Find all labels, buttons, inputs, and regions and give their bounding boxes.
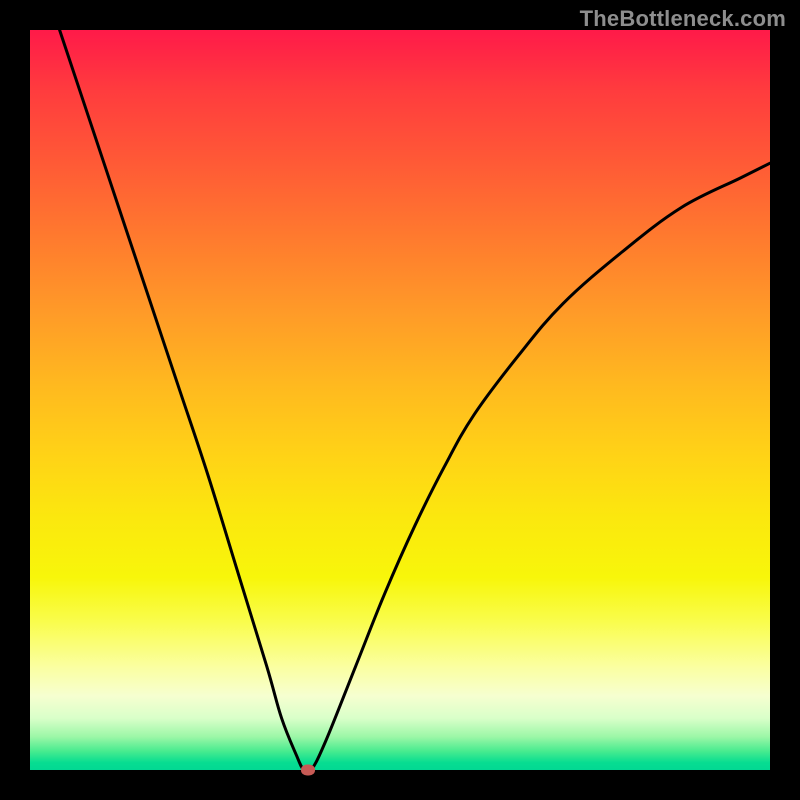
minimum-marker [301, 765, 315, 776]
watermark-text: TheBottleneck.com [580, 6, 786, 32]
bottleneck-curve [30, 30, 770, 770]
chart-stage: TheBottleneck.com [0, 0, 800, 800]
plot-frame [30, 30, 770, 770]
curve-path [60, 30, 770, 773]
